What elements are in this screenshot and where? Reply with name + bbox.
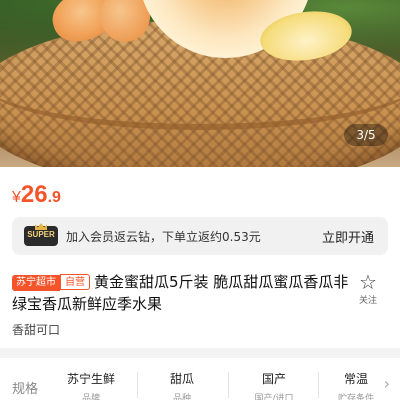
chevron-right-icon[interactable]: › bbox=[384, 374, 390, 393]
product-subtitle: 香甜可口 bbox=[12, 323, 61, 337]
spec-divider bbox=[318, 372, 319, 398]
spec-value: 苏宁生鲜 bbox=[66, 372, 115, 386]
product-title-block: 苏宁超市 自营 黄金蜜甜瓜5斤装 脆瓜甜瓜蜜瓜香瓜非绿宝香瓜新鲜应季水果 bbox=[12, 271, 352, 315]
spec-divider bbox=[228, 372, 229, 398]
price-integer: 26 bbox=[20, 181, 48, 208]
specs-strip[interactable]: 规格 苏宁生鲜 品牌 甜瓜 品种 国产 国产/进口 常温 贮存条件 › bbox=[0, 358, 400, 400]
store-tag: 苏宁超市 bbox=[12, 275, 60, 291]
super-badge-label: SUPER bbox=[27, 230, 55, 239]
spec-key: 品牌 bbox=[81, 394, 100, 400]
super-promo-text: 加入会员返云钻，下单立返约0.53元 bbox=[66, 230, 261, 244]
spec-variety: 甜瓜 品种 bbox=[152, 370, 212, 400]
spec-value: 国产 bbox=[261, 372, 286, 386]
spec-origin: 国产 国产/进口 bbox=[246, 370, 302, 400]
self-operated-tag: 自营 bbox=[60, 274, 90, 290]
super-badge-icon: SUPER bbox=[24, 223, 58, 246]
price-currency: ¥ bbox=[12, 189, 21, 206]
spec-storage: 常温 贮存条件 bbox=[336, 370, 376, 400]
spec-key: 品种 bbox=[172, 394, 191, 400]
follow-button[interactable]: ☆ 关注 bbox=[354, 271, 382, 306]
spec-brand: 苏宁生鲜 品牌 bbox=[60, 370, 122, 400]
price-decimal: .9 bbox=[47, 189, 61, 206]
star-icon: ☆ bbox=[359, 270, 377, 294]
specs-label: 规格 bbox=[12, 382, 39, 397]
follow-label: 关注 bbox=[358, 296, 377, 306]
spec-value: 甜瓜 bbox=[169, 372, 194, 386]
super-membership-bar[interactable]: SUPER 加入会员返云钻，下单立返约0.53元 立即开通 bbox=[12, 217, 388, 255]
spec-key: 贮存条件 bbox=[337, 394, 374, 400]
spec-divider bbox=[137, 372, 138, 398]
product-info-card: ¥26.9 SUPER 加入会员返云钻，下单立返约0.53元 立即开通 苏宁超市… bbox=[0, 167, 400, 348]
spec-key: 国产/进口 bbox=[254, 394, 294, 400]
price: ¥26.9 bbox=[12, 181, 61, 209]
spec-value: 常温 bbox=[343, 372, 368, 386]
crown-icon bbox=[35, 223, 47, 230]
product-image-gallery[interactable]: 3/5 bbox=[0, 0, 400, 167]
image-counter: 3/5 bbox=[344, 124, 388, 146]
open-membership-button[interactable]: 立即开通 bbox=[322, 227, 374, 246]
